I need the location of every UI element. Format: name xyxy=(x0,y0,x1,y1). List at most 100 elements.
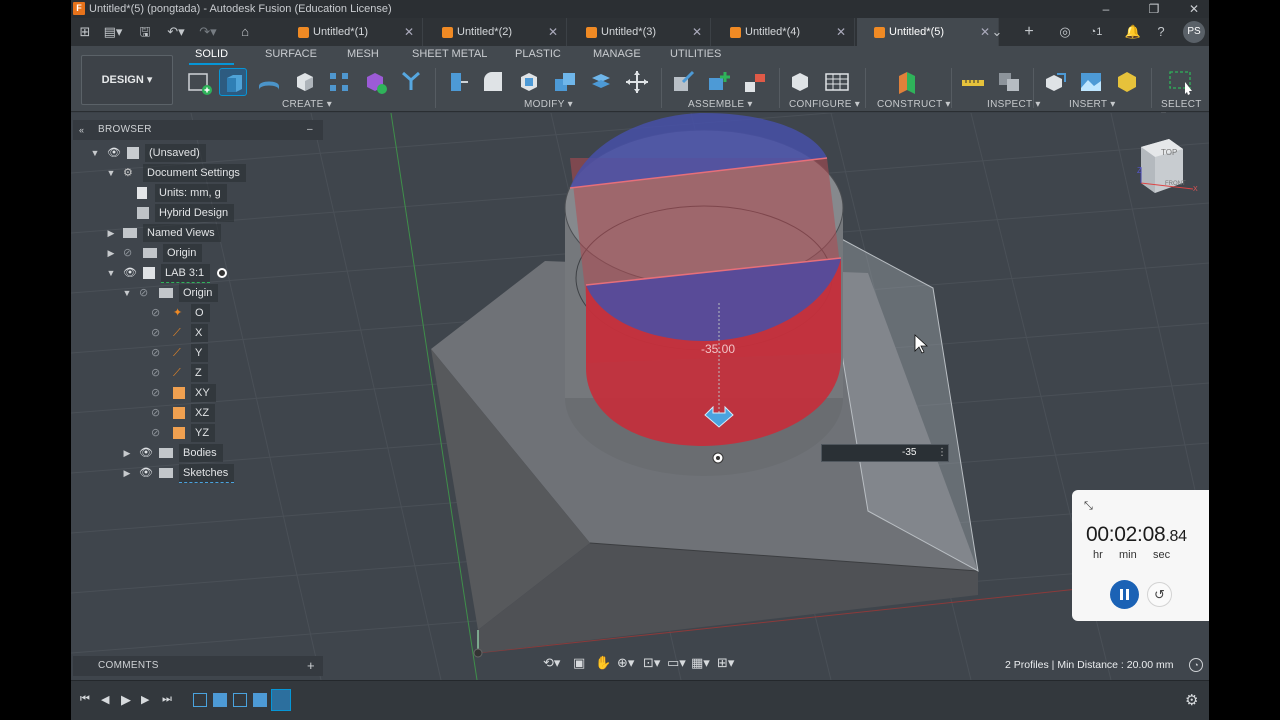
timeline-settings-gear-icon[interactable]: ⚙ xyxy=(1185,691,1198,709)
eye-hidden-icon[interactable]: ⊘ xyxy=(151,304,165,322)
close-tab-icon[interactable]: ✕ xyxy=(548,18,558,46)
eye-icon[interactable]: 👁 xyxy=(139,444,153,462)
user-avatar[interactable]: PS xyxy=(1183,21,1205,43)
save-icon[interactable]: 🖫 xyxy=(135,22,155,42)
job-status-icon[interactable]: ◔1 xyxy=(1083,22,1109,42)
chevron-down-icon[interactable]: ▼ xyxy=(121,284,133,302)
chevron-right-icon[interactable]: ▶ xyxy=(121,464,133,482)
measure-icon[interactable] xyxy=(959,68,987,96)
split-body-icon[interactable] xyxy=(587,68,615,96)
tab-overflow-chevron-icon[interactable]: ⌄ xyxy=(987,22,1007,42)
tab-plastic[interactable]: PLASTIC xyxy=(515,47,561,61)
chevron-down-icon[interactable]: ▼ xyxy=(105,264,117,282)
distance-input-field[interactable]: -35 ⋮ xyxy=(821,444,949,462)
tab-solid[interactable]: SOLID xyxy=(188,47,235,65)
timeline-sketch-icon[interactable] xyxy=(193,693,207,707)
pan-hand-icon[interactable]: ✋ xyxy=(595,655,611,671)
help-icon[interactable]: ? xyxy=(1151,22,1171,42)
more-options-icon[interactable]: ⋮ xyxy=(937,445,947,461)
tab-manage[interactable]: MANAGE xyxy=(593,47,641,61)
display-settings-icon[interactable]: ▭▾ xyxy=(667,655,686,671)
eye-icon[interactable]: 👁 xyxy=(107,144,121,162)
close-tab-icon[interactable]: ✕ xyxy=(836,18,846,46)
tab-sheet-metal[interactable]: SHEET METAL xyxy=(412,47,487,61)
as-built-joint-icon[interactable] xyxy=(741,68,769,96)
viewports-icon[interactable]: ⊞▾ xyxy=(717,655,734,671)
tab-mesh[interactable]: MESH xyxy=(347,47,379,61)
eye-hidden-icon[interactable]: ⊘ xyxy=(151,404,165,422)
configure-icon[interactable] xyxy=(787,68,815,96)
tab-untitled-4[interactable]: Untitled*(4) ✕ xyxy=(713,18,855,46)
interference-icon[interactable] xyxy=(995,68,1023,96)
step-forward-icon[interactable]: ▶ xyxy=(141,693,149,706)
eye-icon[interactable]: 👁 xyxy=(123,264,137,282)
select-icon[interactable] xyxy=(1167,68,1195,96)
workspace-switcher-button[interactable]: DESIGN ▾ xyxy=(81,55,173,105)
press-pull-icon[interactable] xyxy=(443,68,471,96)
eye-hidden-icon[interactable]: ⊘ xyxy=(151,324,165,342)
configure-group-label[interactable]: CONFIGURE ▾ xyxy=(789,99,860,110)
configuration-table-icon[interactable] xyxy=(823,68,851,96)
joint-icon[interactable] xyxy=(669,68,697,96)
revolve-icon[interactable] xyxy=(255,68,283,96)
assemble-group-label[interactable]: ASSEMBLE ▾ xyxy=(688,99,753,110)
timeline-active-sketch-icon[interactable] xyxy=(271,689,291,711)
undo-icon[interactable]: ↶▾ xyxy=(163,22,189,42)
tab-untitled-2[interactable]: Untitled*(2) ✕ xyxy=(425,18,567,46)
eye-icon[interactable]: 👁 xyxy=(139,464,153,482)
performance-gauge-icon[interactable]: ◔ xyxy=(1189,658,1203,672)
redo-icon[interactable]: ↷▾ xyxy=(195,22,221,42)
add-comment-plus-icon[interactable]: + xyxy=(307,656,315,676)
tab-surface[interactable]: SURFACE xyxy=(265,47,317,61)
minimize-button[interactable]: – xyxy=(1091,0,1121,18)
create-group-label[interactable]: CREATE ▾ xyxy=(282,99,332,110)
go-to-end-icon[interactable]: ⏭ xyxy=(162,693,172,706)
new-tab-plus-icon[interactable]: + xyxy=(1019,22,1039,42)
insert-group-label[interactable]: INSERT ▾ xyxy=(1069,99,1116,110)
eye-hidden-icon[interactable]: ⊘ xyxy=(151,364,165,382)
step-back-icon[interactable]: ◀ xyxy=(101,693,109,706)
online-status-icon[interactable]: ◎ xyxy=(1055,22,1075,42)
extrude-icon[interactable] xyxy=(219,68,247,96)
orbit-icon[interactable]: ⟲▾ xyxy=(543,655,560,671)
look-at-icon[interactable]: ▣ xyxy=(573,655,585,671)
pause-button[interactable] xyxy=(1110,580,1139,609)
fillet-icon[interactable] xyxy=(479,68,507,96)
modify-group-label[interactable]: MODIFY ▾ xyxy=(524,99,573,110)
eye-hidden-icon[interactable]: ⊘ xyxy=(123,244,137,262)
close-window-button[interactable]: ✕ xyxy=(1179,0,1209,18)
zoom-icon[interactable]: ⊕▾ xyxy=(617,655,634,671)
eye-hidden-icon[interactable]: ⊘ xyxy=(151,424,165,442)
notifications-bell-icon[interactable]: 🔔 xyxy=(1123,22,1143,42)
collapse-panel-icon[interactable]: « xyxy=(79,120,84,140)
shell-icon[interactable] xyxy=(515,68,543,96)
reset-button[interactable]: ↺ xyxy=(1147,582,1172,607)
fit-icon[interactable]: ⊡▾ xyxy=(643,655,660,671)
form-icon[interactable] xyxy=(361,68,389,96)
tab-untitled-1[interactable]: Untitled*(1) ✕ xyxy=(281,18,423,46)
comments-panel[interactable]: COMMENTS + xyxy=(73,656,323,676)
chevron-right-icon[interactable]: ▶ xyxy=(105,224,117,242)
home-icon[interactable]: ⌂ xyxy=(235,22,255,42)
go-to-start-icon[interactable]: ⏮ xyxy=(80,693,90,706)
tab-utilities[interactable]: UTILITIES xyxy=(670,47,721,61)
offset-plane-icon[interactable] xyxy=(893,68,921,96)
grid-settings-icon[interactable]: ▦▾ xyxy=(691,655,710,671)
insert-canvas-icon[interactable] xyxy=(1077,68,1105,96)
new-component-icon[interactable] xyxy=(705,68,733,96)
tab-untitled-5[interactable]: Untitled*(5) ✕ xyxy=(857,18,999,46)
file-menu-icon[interactable]: ▤▾ xyxy=(103,22,123,42)
create-derive-icon[interactable] xyxy=(397,68,425,96)
timeline-extrude-icon[interactable] xyxy=(253,693,267,707)
close-tab-icon[interactable]: ✕ xyxy=(404,18,414,46)
move-copy-icon[interactable] xyxy=(623,68,651,96)
minimize-browser-icon[interactable]: – xyxy=(307,120,313,140)
rectangular-pattern-icon[interactable] xyxy=(325,68,353,96)
chevron-down-icon[interactable]: ▼ xyxy=(105,164,117,182)
tab-untitled-3[interactable]: Untitled*(3) ✕ xyxy=(569,18,711,46)
create-sketch-icon[interactable] xyxy=(185,68,213,96)
timeline-extrude-icon[interactable] xyxy=(213,693,227,707)
activate-radio-icon[interactable] xyxy=(217,268,227,278)
insert-mesh-icon[interactable] xyxy=(1113,68,1141,96)
chevron-down-icon[interactable]: ▼ xyxy=(89,144,101,162)
